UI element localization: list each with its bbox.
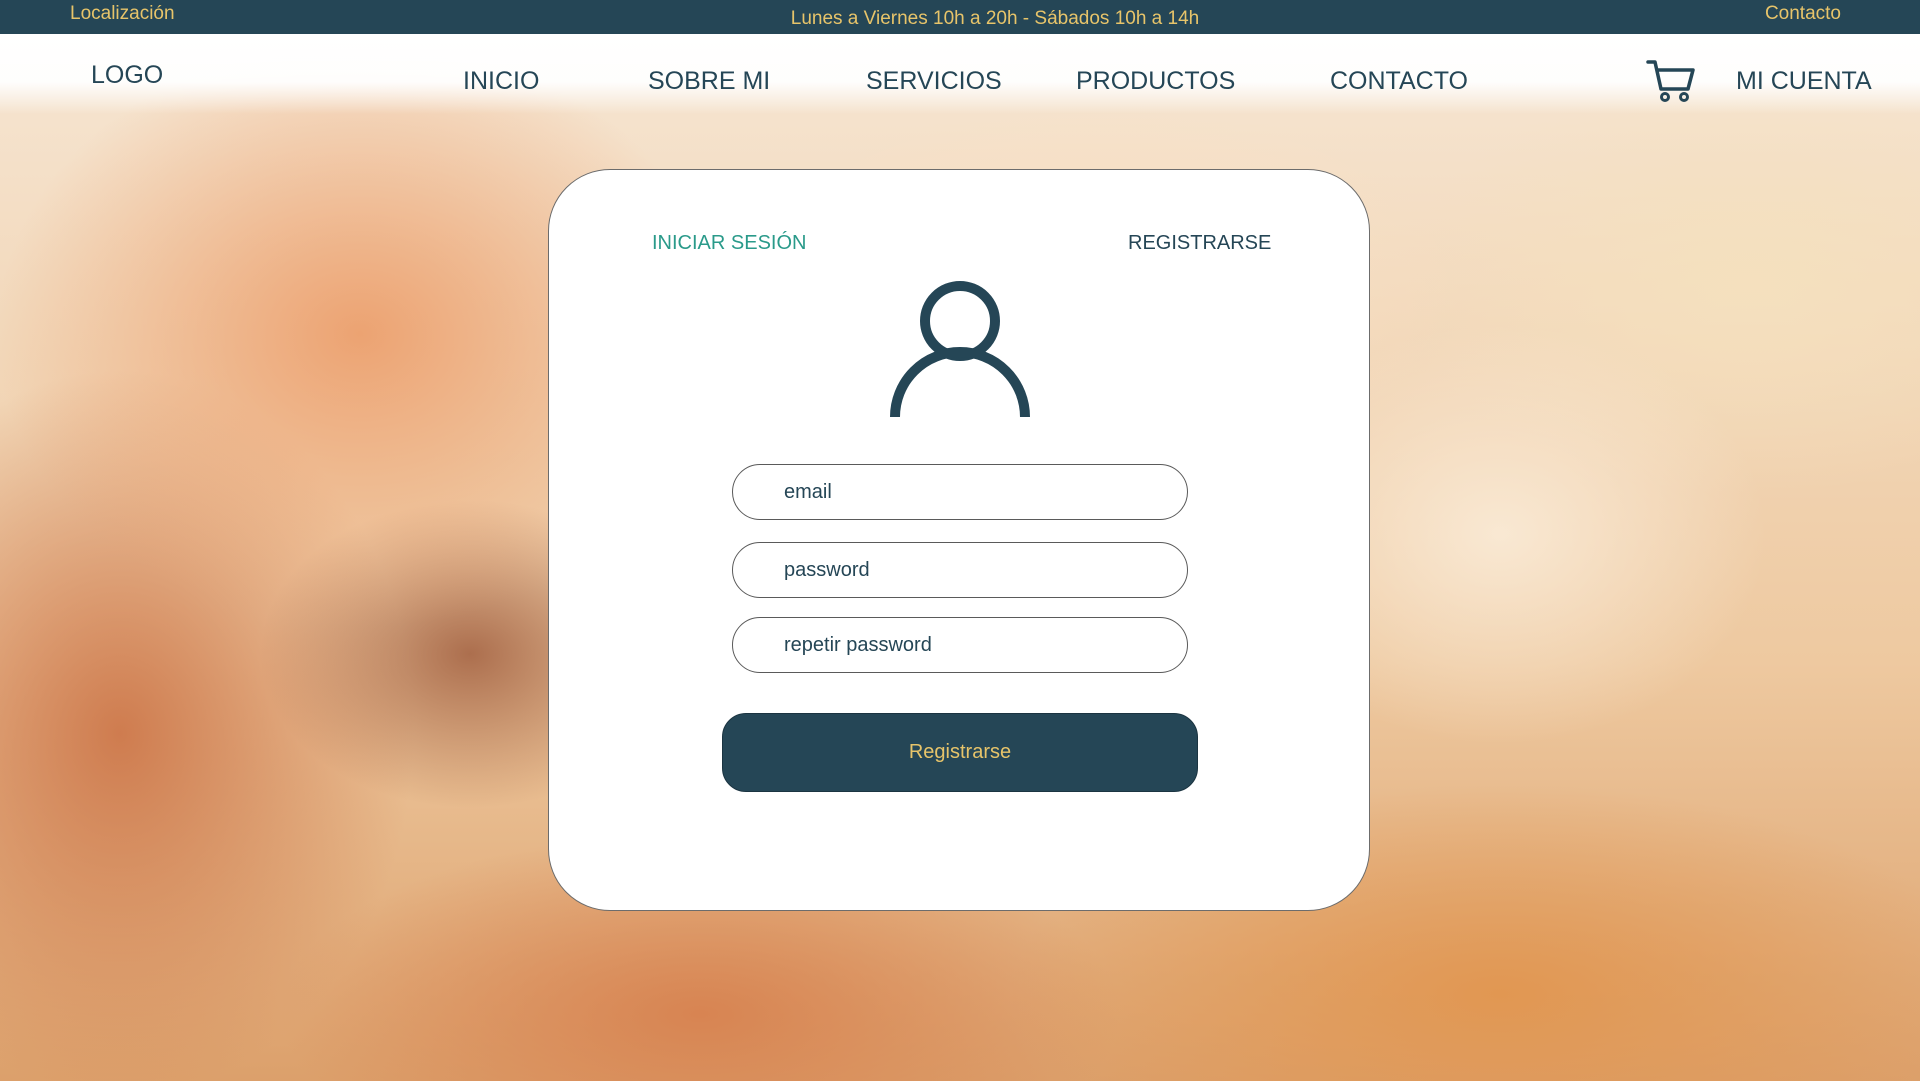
register-button[interactable]: Registrarse	[722, 713, 1198, 792]
tab-register[interactable]: REGISTRARSE	[1128, 232, 1271, 255]
top-info-bar: Localización Lunes a Viernes 10h a 20h -…	[0, 0, 1920, 34]
nav-item-sobre-mi[interactable]: SOBRE MI	[648, 67, 770, 96]
nav-item-inicio[interactable]: INICIO	[463, 67, 539, 96]
user-icon	[890, 281, 1030, 417]
password-field[interactable]	[732, 542, 1188, 598]
main-navigation: LOGO INICIO SOBRE MI SERVICIOS PRODUCTOS…	[0, 34, 1920, 114]
nav-item-productos[interactable]: PRODUCTOS	[1076, 67, 1235, 96]
nav-item-servicios[interactable]: SERVICIOS	[866, 67, 1002, 96]
tab-login[interactable]: INICIAR SESIÓN	[652, 232, 806, 255]
my-account-link[interactable]: MI CUENTA	[1736, 67, 1872, 96]
email-field[interactable]	[732, 464, 1188, 520]
repeat-password-field[interactable]	[732, 617, 1188, 673]
nav-item-contacto[interactable]: CONTACTO	[1330, 67, 1468, 96]
register-card: INICIAR SESIÓN REGISTRARSE Registrarse	[548, 169, 1370, 911]
contact-link[interactable]: Contacto	[1765, 3, 1841, 25]
opening-hours: Lunes a Viernes 10h a 20h - Sábados 10h …	[790, 8, 1200, 29]
shopping-cart-icon[interactable]	[1646, 59, 1696, 103]
logo[interactable]: LOGO	[91, 61, 163, 90]
